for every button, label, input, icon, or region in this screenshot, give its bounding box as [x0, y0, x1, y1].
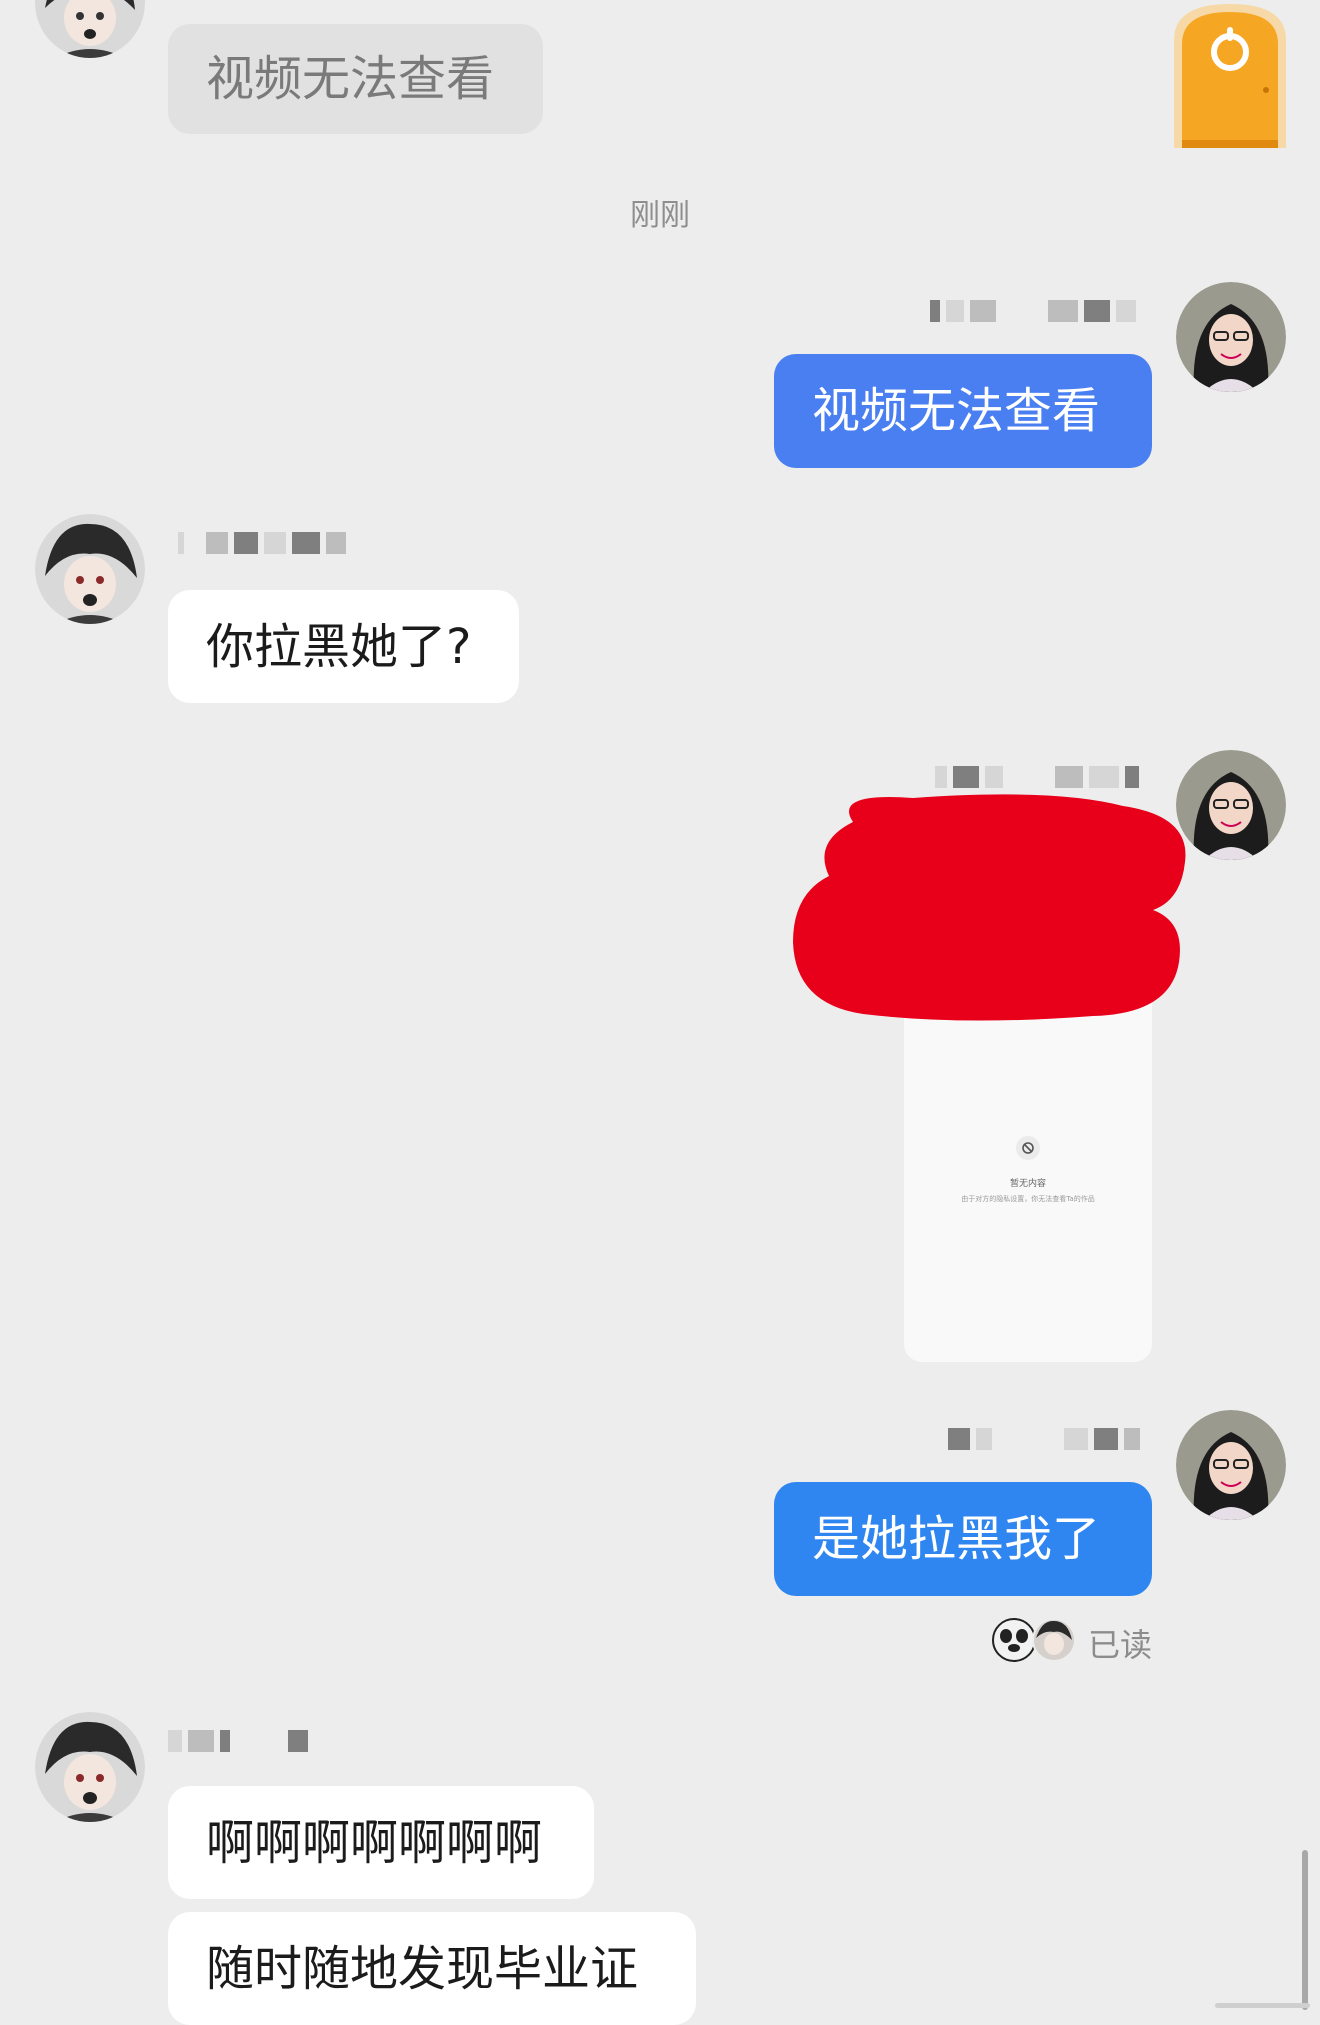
message-bubble-outgoing[interactable]: 是她拉黑我了 — [774, 1482, 1152, 1596]
sender-name-blurred — [948, 1424, 1140, 1454]
contact-avatar[interactable] — [35, 0, 145, 58]
message-text: 啊啊啊啊啊啊啊 — [206, 1814, 543, 1871]
sender-name-blurred — [178, 528, 346, 558]
empty-content-description: 由于对方的隐私设置，你无法查看Ta的作品 — [961, 1195, 1095, 1203]
message-bubble-incoming[interactable]: 随时随地发现毕业证 — [168, 1912, 696, 2025]
door-entrance-icon[interactable] — [1168, 0, 1292, 148]
empty-content-title: 暂无内容 — [1009, 1179, 1046, 1189]
my-avatar[interactable] — [1176, 282, 1286, 392]
read-receipt-avatars — [992, 1618, 1078, 1662]
message-text: 视频无法查看 — [812, 383, 1101, 439]
contact-avatar[interactable] — [35, 1712, 145, 1822]
message-bubble-incoming[interactable]: 视频无法查看 — [168, 24, 543, 134]
contact-avatar[interactable] — [35, 514, 145, 624]
home-indicator[interactable] — [1215, 2003, 1310, 2008]
sender-name-blurred — [930, 296, 1136, 326]
message-bubble-outgoing[interactable]: 视频无法查看 — [774, 354, 1152, 468]
message-bubble-incoming[interactable]: 啊啊啊啊啊啊啊 — [168, 1786, 594, 1899]
my-avatar[interactable] — [1176, 1410, 1286, 1520]
read-status: 已读 — [1088, 1626, 1153, 1664]
timestamp: 刚刚 — [630, 198, 690, 233]
message-text: 随时随地发现毕业证 — [206, 1940, 639, 1997]
message-text: 你拉黑她了? — [206, 618, 472, 675]
prohibited-icon — [1016, 1136, 1040, 1160]
sender-name-blurred — [168, 1726, 308, 1756]
message-text: 视频无法查看 — [206, 51, 495, 107]
red-redaction-mark — [793, 792, 1193, 1026]
scrollbar[interactable] — [1302, 1850, 1308, 2010]
message-text: 是她拉黑我了 — [812, 1511, 1101, 1567]
sender-name-blurred — [935, 762, 1139, 792]
message-bubble-incoming[interactable]: 你拉黑她了? — [168, 590, 519, 703]
